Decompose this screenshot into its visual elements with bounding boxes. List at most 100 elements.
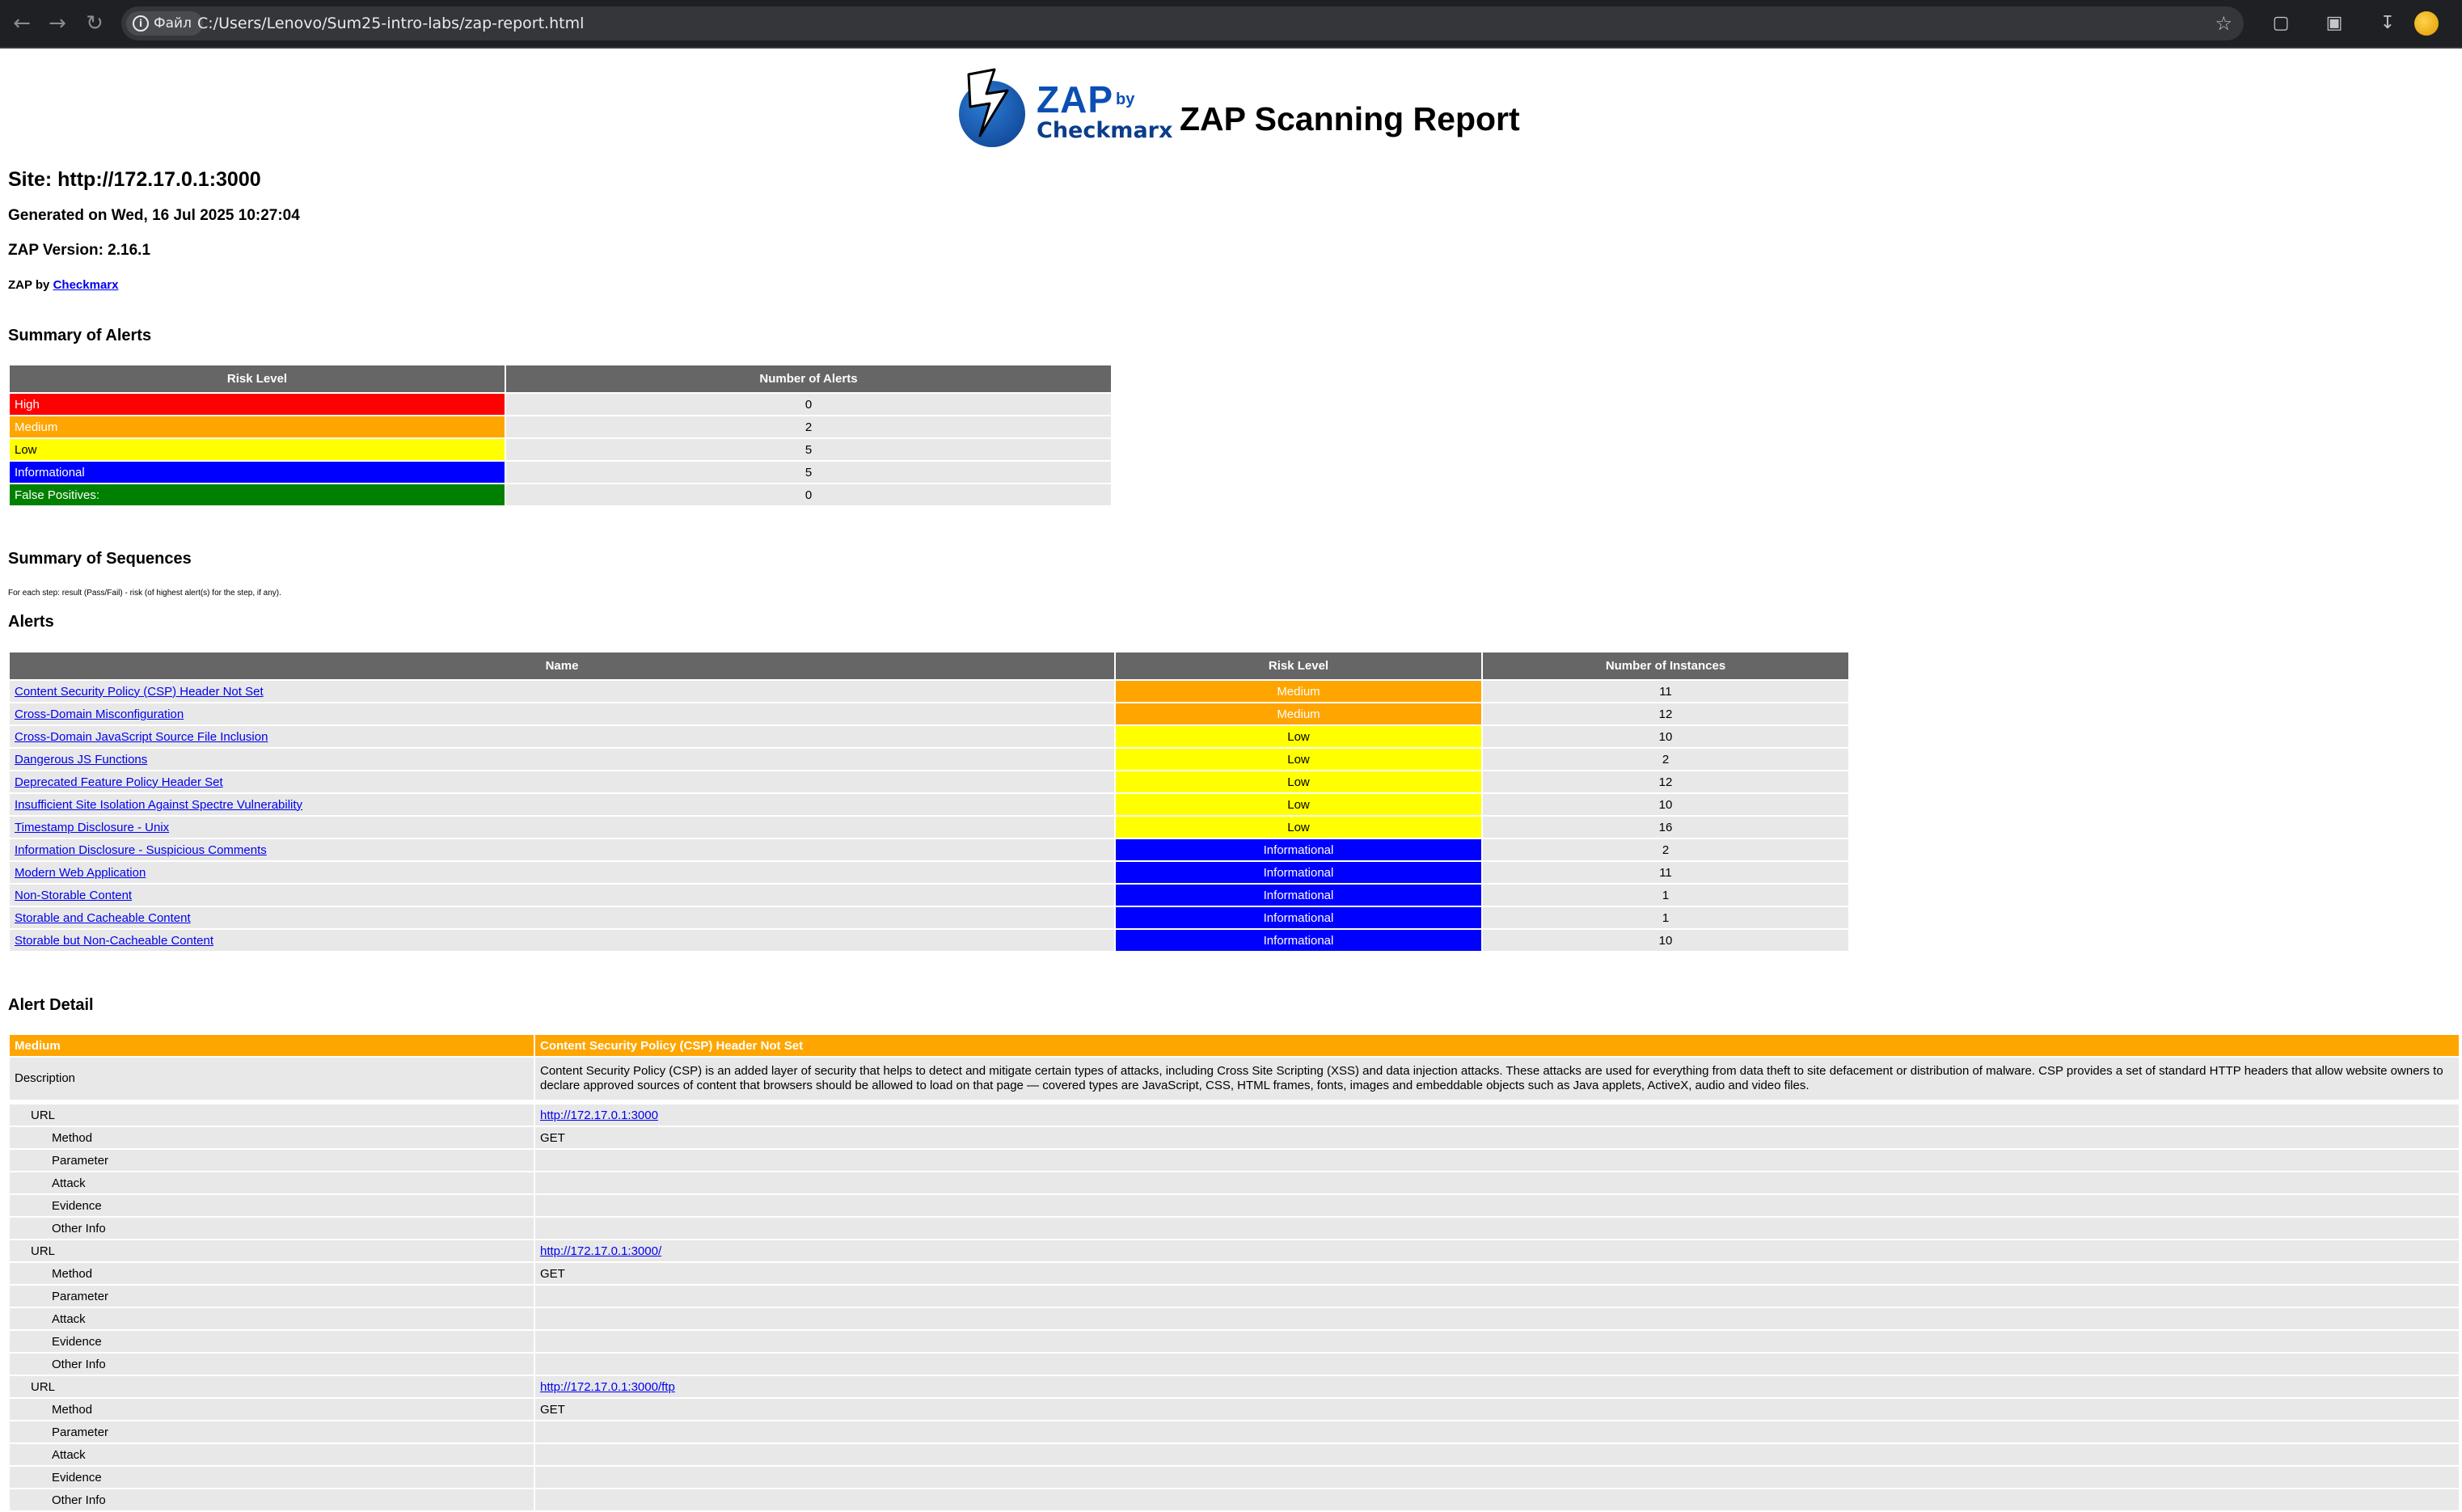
method-value: GET [535,1127,2459,1148]
col-number-of-alerts: Number of Alerts [506,365,1111,392]
method-label: Method [10,1399,534,1420]
other-info-value [535,1218,2459,1239]
instance-method-row: Method GET [10,1399,2459,1420]
zap-logo: ZAP by Checkmarx [957,66,1172,147]
alert-count-cell: 5 [506,462,1111,483]
sequences-heading: Summary of Sequences [8,550,192,568]
alert-count-cell: 0 [506,394,1111,415]
alert-row: Storable but Non-Cacheable Content Inform… [10,930,1848,951]
alerts-table: Name Risk Level Number of Instances Cont… [8,651,1850,952]
instance-other-info-row: Other Info [10,1218,2459,1239]
alert-name-cell: Cross-Domain Misconfiguration [10,703,1114,724]
report-header: ZAP by Checkmarx ZAP Scanning Report [957,66,1523,147]
description-text: Content Security Policy (CSP) is an adde… [535,1058,2459,1100]
logo-zap-text: ZAP [1037,78,1113,120]
attack-label: Attack [10,1172,534,1193]
summary-table: Risk Level Number of Alerts High 0 Medium 2… [8,364,1113,507]
summary-row: Low 5 [10,439,1111,460]
alert-detail-name: Content Security Policy (CSP) Header Not… [535,1035,2459,1056]
alert-name-link[interactable]: Timestamp Disclosure - Unix [15,821,169,834]
instance-attack-row: Attack [10,1308,2459,1329]
alert-name-cell: Cross-Domain JavaScript Source File Incl… [10,726,1114,747]
alert-row: Timestamp Disclosure - Unix Low 16 [10,817,1848,838]
profile-avatar[interactable] [2414,11,2439,36]
alert-name-cell: Storable but Non-Cacheable Content [10,930,1114,951]
instance-url-row: URL http://172.17.0.1:3000/ [10,1240,2459,1261]
other-info-value [535,1489,2459,1510]
alert-row: Modern Web Application Informational 11 [10,862,1848,883]
sequences-note: For each step: result (Pass/Fail) - risk… [8,589,281,598]
instance-url-link[interactable]: http://172.17.0.1:3000/ftp [540,1380,675,1394]
risk-level-cell: Informational [10,462,505,483]
address-url[interactable]: C:/Users/Lenovo/Sum25-intro-labs/zap-rep… [197,6,584,40]
alert-name-cell: Modern Web Application [10,862,1114,883]
alert-risk-cell: Medium [1116,681,1481,702]
alert-instances-cell: 16 [1483,817,1848,838]
alert-detail-risk: Medium [10,1035,534,1056]
alert-row: Dangerous JS Functions Low 2 [10,749,1848,770]
alert-name-link[interactable]: Storable but Non-Cacheable Content [15,934,213,948]
zap-by-line: ZAP by Checkmarx [8,278,118,292]
extensions-icon[interactable]: ▢ [2269,11,2293,36]
summary-heading: Summary of Alerts [8,327,152,344]
alerts-heading: Alerts [8,613,54,631]
alert-name-link[interactable]: Cross-Domain JavaScript Source File Incl… [15,730,268,744]
reload-icon[interactable]: ↻ [82,11,107,36]
attack-label: Attack [10,1444,534,1465]
alert-risk-cell: Low [1116,771,1481,792]
checkmarx-link[interactable]: Checkmarx [53,278,119,292]
alert-row: Insufficient Site Isolation Against Spec… [10,794,1848,815]
alert-instances-cell: 11 [1483,862,1848,883]
alert-name-cell: Timestamp Disclosure - Unix [10,817,1114,838]
col-number-of-instances: Number of Instances [1483,653,1848,679]
logo-checkmarx-text: Checkmarx [1037,118,1173,143]
risk-level-cell: Low [10,439,505,460]
url-label: URL [10,1240,534,1261]
instance-attack-row: Attack [10,1444,2459,1465]
zap-version: ZAP Version: 2.16.1 [8,242,151,259]
alert-name-cell: Non-Storable Content [10,885,1114,906]
instance-evidence-row: Evidence [10,1331,2459,1352]
evidence-label: Evidence [10,1467,534,1488]
alert-instances-cell: 10 [1483,726,1848,747]
back-icon[interactable]: ← [10,11,34,36]
alert-name-link[interactable]: Dangerous JS Functions [15,753,147,767]
bookmark-star-icon[interactable]: ☆ [2215,11,2232,36]
alert-risk-cell: Informational [1116,839,1481,860]
site-info-chip[interactable]: i Файл [126,11,203,36]
instance-url-link[interactable]: http://172.17.0.1:3000 [540,1109,658,1122]
forward-icon[interactable]: → [45,11,70,36]
alert-name-link[interactable]: Content Security Policy (CSP) Header Not… [15,685,264,699]
alert-row: Non-Storable Content Informational 1 [10,885,1848,906]
alert-name-cell: Information Disclosure - Suspicious Comm… [10,839,1114,860]
alert-name-link[interactable]: Modern Web Application [15,866,146,880]
alert-name-link[interactable]: Insufficient Site Isolation Against Spec… [15,798,302,812]
alert-detail-table: Medium Content Security Policy (CSP) Hea… [8,1033,2460,1512]
download-icon[interactable]: ↧ [2375,11,2400,36]
alert-risk-cell: Informational [1116,885,1481,906]
url-label: URL [10,1104,534,1126]
instance-url-link[interactable]: http://172.17.0.1:3000/ [540,1244,661,1258]
logo-by-text: by [1116,91,1135,108]
attack-value [535,1172,2459,1193]
attack-value [535,1308,2459,1329]
other-info-label: Other Info [10,1218,534,1239]
address-bar[interactable]: i Файл C:/Users/Lenovo/Sum25-intro-labs/z… [121,6,2244,40]
alert-name-link[interactable]: Deprecated Feature Policy Header Set [15,775,223,789]
alert-name-cell: Deprecated Feature Policy Header Set [10,771,1114,792]
instance-method-row: Method GET [10,1263,2459,1284]
evidence-value [535,1467,2459,1488]
screenshot-icon[interactable]: ▣ [2322,11,2346,36]
parameter-label: Parameter [10,1150,534,1171]
parameter-value [535,1286,2459,1307]
instance-evidence-row: Evidence [10,1195,2459,1216]
instance-evidence-row: Evidence [10,1467,2459,1488]
evidence-label: Evidence [10,1195,534,1216]
col-name: Name [10,653,1114,679]
browser-toolbar: ← → ↻ i Файл C:/Users/Lenovo/Sum25-intro-… [0,0,2462,49]
alert-name-link[interactable]: Storable and Cacheable Content [15,911,191,925]
alert-name-link[interactable]: Cross-Domain Misconfiguration [15,707,184,721]
attack-label: Attack [10,1308,534,1329]
alert-name-link[interactable]: Non-Storable Content [15,889,132,902]
alert-name-link[interactable]: Information Disclosure - Suspicious Comm… [15,843,267,857]
